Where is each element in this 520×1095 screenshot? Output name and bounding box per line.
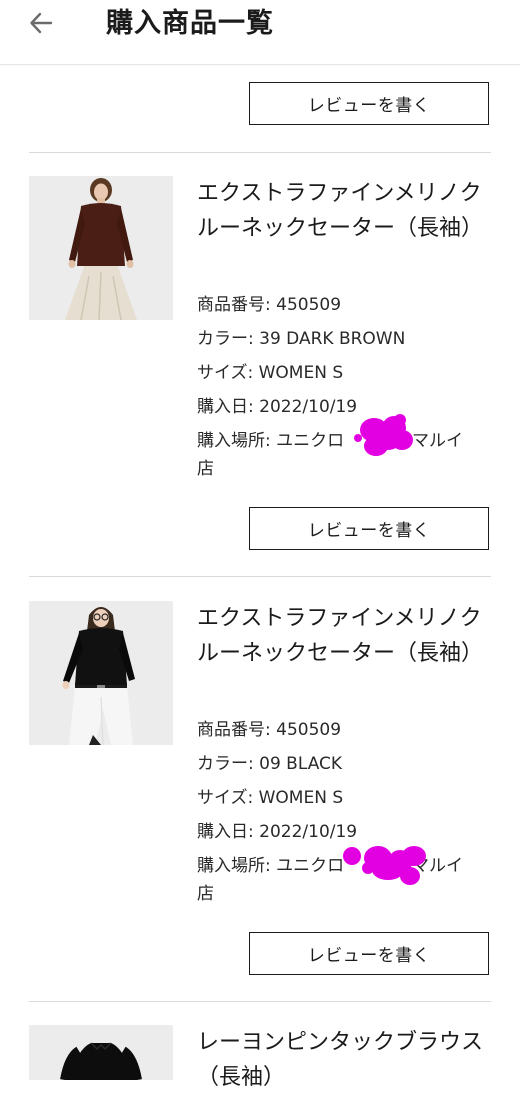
product-image[interactable] (29, 1025, 173, 1080)
divider (29, 1001, 491, 1002)
purchase-store: 購入場所: ユニクロ (197, 856, 345, 876)
app-header: 購入商品一覧 (0, 0, 520, 65)
size-label: サイズ: WOMEN S (197, 363, 344, 383)
product-photo-black-blouse (29, 1025, 173, 1080)
purchase-store-line2: 店 (197, 884, 214, 904)
product-photo-black-sweater (29, 601, 173, 745)
item-number: 商品番号: 450509 (197, 720, 342, 740)
color-label: カラー: 39 DARK BROWN (197, 329, 406, 349)
write-review-button[interactable]: レビューを書く (249, 507, 489, 550)
product-name[interactable]: レーヨンピンタックブラウス（長袖） (197, 1025, 487, 1095)
purchase-date: 購入日: 2022/10/19 (197, 822, 358, 842)
purchase-store-tail: マルイ (412, 856, 463, 876)
arrow-left-icon (30, 12, 53, 34)
write-review-button[interactable]: レビューを書く (249, 932, 489, 975)
product-name[interactable]: エクストラファインメリノクルーネックセーター（長袖） (197, 176, 487, 246)
divider (29, 576, 491, 577)
color-label: カラー: 09 BLACK (197, 754, 343, 774)
write-review-button[interactable]: レビューを書く (249, 82, 489, 125)
purchase-store-tail: マルイ (412, 431, 463, 451)
product-name[interactable]: エクストラファインメリノクルーネックセーター（長袖） (197, 601, 487, 671)
product-image[interactable] (29, 601, 173, 745)
back-button[interactable] (26, 8, 56, 38)
purchase-store-line2: 店 (197, 459, 214, 479)
product-photo-brown-sweater (29, 176, 173, 320)
purchase-store: 購入場所: ユニクロ (197, 431, 345, 451)
page-title: 購入商品一覧 (106, 8, 274, 39)
divider (29, 152, 491, 153)
purchase-date: 購入日: 2022/10/19 (197, 397, 358, 417)
item-number: 商品番号: 450509 (197, 295, 342, 315)
product-image[interactable] (29, 176, 173, 320)
size-label: サイズ: WOMEN S (197, 788, 344, 808)
